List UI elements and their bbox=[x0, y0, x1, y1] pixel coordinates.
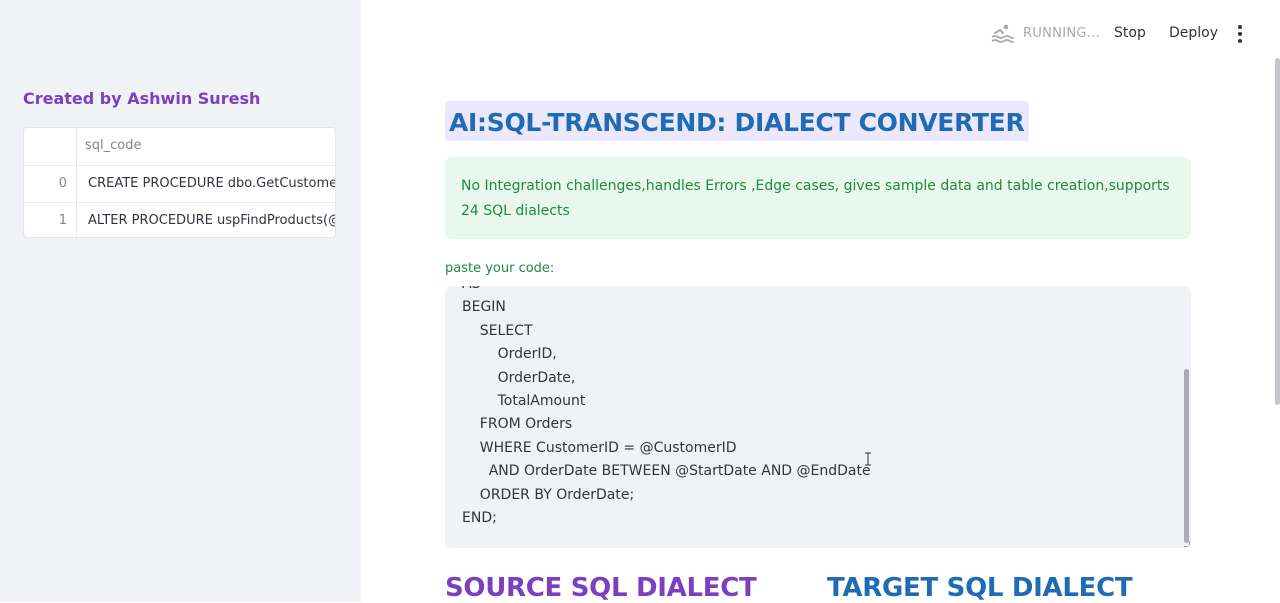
target-dialect-heading: TARGET SQL DIALECT bbox=[827, 573, 1133, 603]
table-cell[interactable]: ALTER PROCEDURE uspFindProducts(@m bbox=[78, 203, 335, 237]
success-info-box: No Integration challenges,handles Errors… bbox=[445, 157, 1191, 239]
table-cell[interactable]: CREATE PROCEDURE dbo.GetCustomerSa bbox=[78, 166, 335, 202]
page-title: AI:SQL-TRANSCEND: DIALECT CONVERTER bbox=[445, 101, 1030, 141]
text-cursor-icon bbox=[865, 452, 871, 466]
app-toolbar: RUNNING... Stop Deploy bbox=[960, 18, 1280, 50]
running-swimmer-icon bbox=[991, 24, 1014, 43]
resize-handle[interactable] bbox=[1184, 541, 1190, 547]
sidebar-title: Created by Ashwin Suresh bbox=[23, 89, 261, 108]
source-dialect-heading: SOURCE SQL DIALECT bbox=[445, 573, 757, 603]
deploy-button[interactable]: Deploy bbox=[1169, 25, 1218, 41]
vertical-dots-icon[interactable] bbox=[1237, 24, 1243, 44]
dataframe-index-header bbox=[24, 128, 77, 165]
running-status: RUNNING... bbox=[1023, 26, 1101, 41]
page-scrollbar[interactable] bbox=[1275, 58, 1280, 405]
row-index: 1 bbox=[24, 203, 77, 237]
stop-button[interactable]: Stop bbox=[1114, 25, 1146, 41]
dataframe-header-row: sql_code bbox=[24, 128, 335, 166]
code-content[interactable]: AS BEGIN SELECT OrderID, OrderDate, Tota… bbox=[462, 286, 871, 530]
textarea-scrollbar[interactable] bbox=[1184, 369, 1189, 543]
dataframe-column-header[interactable]: sql_code bbox=[78, 128, 335, 165]
table-row[interactable]: 0 CREATE PROCEDURE dbo.GetCustomerSa bbox=[24, 166, 335, 203]
code-textarea[interactable]: AS BEGIN SELECT OrderID, OrderDate, Tota… bbox=[445, 286, 1191, 548]
code-input-label: paste your code: bbox=[445, 261, 555, 276]
table-row[interactable]: 1 ALTER PROCEDURE uspFindProducts(@m bbox=[24, 203, 335, 237]
sql-code-dataframe[interactable]: sql_code 0 CREATE PROCEDURE dbo.GetCusto… bbox=[23, 127, 336, 238]
sidebar: Created by Ashwin Suresh sql_code 0 CREA… bbox=[0, 0, 361, 602]
row-index: 0 bbox=[24, 166, 77, 202]
